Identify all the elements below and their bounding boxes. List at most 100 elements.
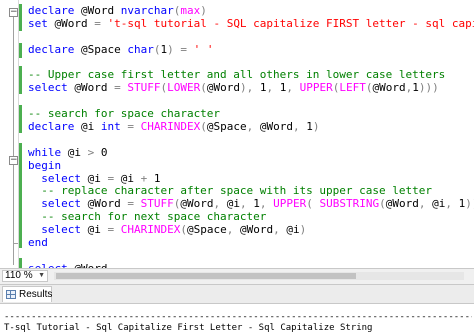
code-token: ) [312, 120, 320, 134]
chevron-down-icon: ▼ [38, 272, 45, 279]
code-token: 1 [147, 171, 161, 185]
code-token: CHARINDEX [120, 223, 181, 237]
change-marker [19, 66, 22, 94]
code-token: @Space [186, 223, 227, 237]
code-token: 1 [451, 197, 466, 211]
code-token: end [28, 236, 48, 250]
code-token: = [127, 197, 134, 211]
code-token: set [28, 16, 48, 30]
code-token: ))) [418, 81, 439, 95]
change-marker [19, 43, 22, 58]
results-column-divider: ----------------------------------------… [4, 312, 472, 322]
change-marker [19, 105, 22, 133]
code-token: ), [239, 81, 254, 95]
code-token: UPPER [273, 197, 307, 211]
code-line[interactable]: set @Word = 't-sql tutorial - SQL capita… [28, 16, 474, 31]
code-line[interactable]: declare @i int = CHARINDEX(@Space, @Word… [28, 120, 474, 134]
code-token: STUFF [127, 81, 161, 95]
code-token: declare [28, 4, 75, 17]
code-token: 1 [299, 120, 313, 134]
code-token: 1 [253, 81, 267, 95]
code-token: ( [379, 197, 386, 211]
code-token: LOWER [167, 81, 201, 95]
code-token: -- search for space character [28, 107, 221, 121]
code-token: @i [81, 223, 108, 237]
code-token: declare [28, 42, 75, 56]
code-token: select [41, 197, 81, 211]
code-token: ( [200, 120, 207, 134]
code-token: , [273, 223, 280, 237]
collapse-icon[interactable]: − [9, 8, 18, 17]
query-editor[interactable]: − − declare @Word nvarchar ( max) set @Word… [0, 0, 474, 268]
code-token: @i [279, 223, 300, 237]
code-token: , [292, 120, 300, 134]
zoom-dropdown[interactable]: 110 % ▼ [2, 270, 48, 282]
code-token: -- replace character after space with it… [28, 184, 432, 198]
code-token: @Word [81, 197, 128, 211]
code-token: @i [425, 197, 446, 211]
code-token: 't-sql tutorial - SQL capitalize FIRST l… [107, 16, 474, 30]
code-token: @Word [253, 120, 293, 134]
code-token: )) [465, 197, 474, 211]
code-token: ( [180, 223, 187, 237]
code-line[interactable]: select @i = CHARINDEX(@Space, @Word, @i) [28, 223, 474, 237]
outline-line [13, 17, 14, 265]
code-token: ( [306, 197, 313, 211]
code-token: select [41, 171, 81, 185]
code-token: UPPER [299, 81, 333, 95]
code-token: @i [61, 145, 88, 159]
tab-results[interactable]: Results [2, 286, 52, 302]
code-token: = [114, 81, 121, 95]
code-token: declare [28, 120, 75, 134]
scrollbar-thumb[interactable] [56, 273, 356, 279]
code-token: ) [167, 42, 174, 56]
code-line[interactable]: select @Word = STUFF(LOWER(@Word), 1, 1,… [28, 81, 474, 95]
sql-code[interactable]: declare @Word nvarchar ( max) set @Word = '… [28, 4, 474, 268]
code-line[interactable]: end [28, 236, 474, 250]
code-token: ) [299, 223, 307, 237]
results-pane[interactable]: ----------------------------------------… [0, 304, 474, 336]
code-token: ' ' [193, 42, 214, 56]
collapse-icon[interactable]: − [9, 156, 18, 165]
code-token: begin [28, 158, 62, 172]
code-token: @Word [47, 16, 95, 30]
code-token: CHARINDEX [140, 120, 201, 134]
code-token: select [28, 81, 68, 95]
code-token: @Word [372, 81, 406, 95]
code-token: @Word [74, 4, 121, 17]
code-token: 1 [246, 197, 260, 211]
tab-results-label: Results [19, 289, 53, 300]
code-token: , [239, 197, 247, 211]
change-marker [19, 143, 22, 248]
code-token: @Space [74, 42, 128, 56]
code-token: , [286, 81, 293, 95]
code-token: STUFF [140, 197, 174, 211]
code-token: select [41, 223, 81, 237]
zoom-level: 110 % [5, 270, 33, 281]
code-token: = [180, 42, 187, 56]
code-token: max [180, 4, 201, 17]
horizontal-scrollbar[interactable] [54, 272, 464, 280]
code-token: SUBSTRING [319, 197, 380, 211]
results-tab-strip: Results [0, 285, 474, 304]
code-token: 0 [94, 145, 108, 159]
code-token: 1 [273, 81, 287, 95]
result-value[interactable]: T-sql Tutorial - Sql Capitalize First Le… [4, 323, 372, 333]
code-token: @Space [206, 120, 247, 134]
code-token: nvarchar [120, 4, 174, 17]
code-token: = [94, 16, 101, 30]
code-token: 1 [412, 81, 419, 95]
code-line[interactable]: while @i > 0 [28, 145, 474, 160]
code-line[interactable]: declare @Space char(1) = ' ' [28, 42, 474, 57]
code-token: @Word [180, 197, 214, 211]
code-token: @Word [206, 81, 240, 95]
results-grid-icon [6, 290, 16, 299]
